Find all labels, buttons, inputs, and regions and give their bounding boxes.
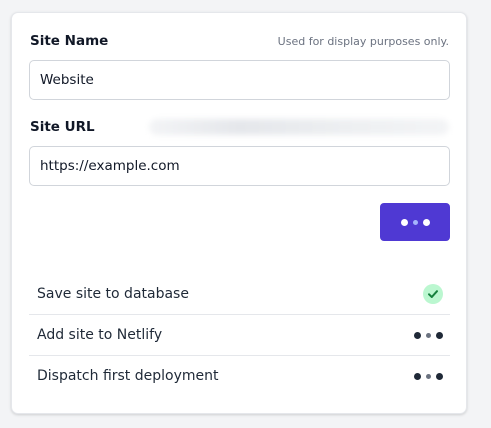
site-url-header: Site URL <box>30 119 449 135</box>
loading-dot <box>412 219 418 225</box>
site-name-header: Site Name Used for display purposes only… <box>30 33 449 49</box>
site-setup-card: Site Name Used for display purposes only… <box>11 12 467 414</box>
site-name-hint: Used for display purposes only. <box>277 35 449 48</box>
check-icon <box>423 283 443 304</box>
loading-dot <box>400 218 408 226</box>
step-label: Add site to Netlify <box>37 327 163 343</box>
site-name-input[interactable] <box>29 60 450 100</box>
site-url-hint-blurred <box>149 119 449 135</box>
site-url-label: Site URL <box>30 119 95 135</box>
site-url-input[interactable] <box>29 146 450 186</box>
step-save-to-database: Save site to database <box>29 273 450 314</box>
loading-dot <box>422 218 430 226</box>
step-add-to-netlify: Add site to Netlify <box>29 314 450 355</box>
progress-steps-list: Save site to database Add site to Netlif… <box>29 273 450 396</box>
submit-button[interactable] <box>380 203 450 241</box>
step-dispatch-deployment: Dispatch first deployment <box>29 355 450 396</box>
step-label: Save site to database <box>37 285 189 302</box>
step-label: Dispatch first deployment <box>37 368 219 384</box>
loading-dots-icon <box>414 372 443 380</box>
site-name-label: Site Name <box>30 33 109 49</box>
loading-dots-icon <box>414 331 443 339</box>
